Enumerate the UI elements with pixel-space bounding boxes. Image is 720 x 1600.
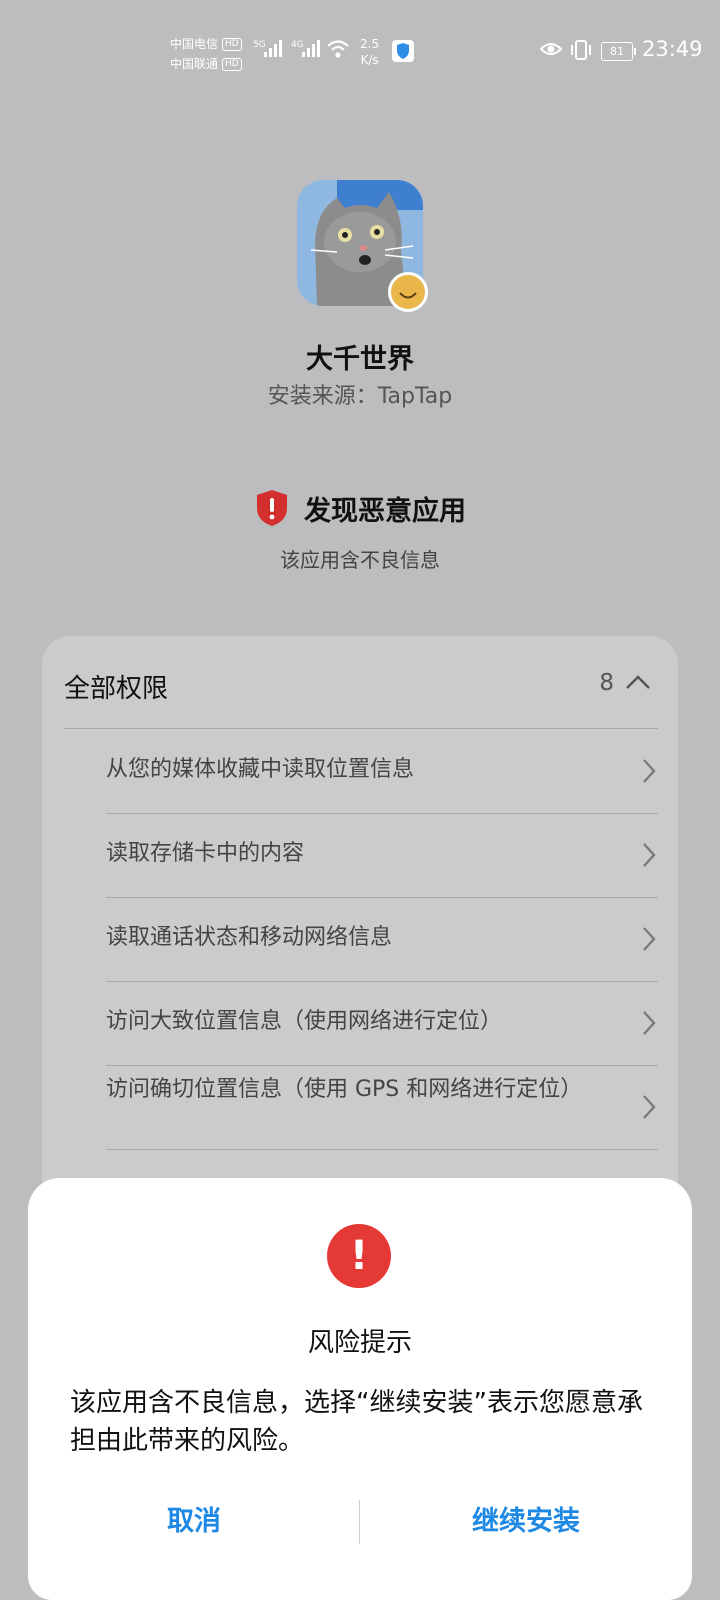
permission-item[interactable]: 访问大致位置信息（使用网络进行定位） (106, 982, 658, 1066)
chevron-right-icon (643, 843, 656, 867)
app-name: 大千世界 (306, 344, 414, 375)
chevron-right-icon (643, 927, 656, 951)
eye-icon (540, 43, 562, 55)
permission-item[interactable]: 访问确切位置信息（使用 GPS 和网络进行定位） (106, 1066, 658, 1150)
security-shield-icon (392, 40, 414, 62)
vibrate-icon (571, 40, 591, 60)
warning-title: 发现恶意应用 (304, 495, 466, 527)
permissions-title: 全部权限 (64, 674, 169, 704)
permissions-header[interactable]: 全部权限 8 (64, 668, 658, 720)
permission-label: 访问确切位置信息（使用 GPS 和网络进行定位） (106, 1077, 583, 1102)
signal-1-icon (264, 40, 282, 57)
permission-label: 读取通话状态和移动网络信息 (106, 925, 393, 950)
hd-badge: HD (222, 37, 242, 51)
permission-label: 从您的媒体收藏中读取位置信息 (106, 757, 415, 782)
clock: 23:49 (642, 37, 703, 61)
permissions-count: 8 (599, 670, 614, 696)
carrier-info: 中国电信 HD 中国联通 HD (170, 34, 242, 74)
danger-shield-icon (257, 490, 287, 526)
speed-unit: K/s (360, 53, 379, 67)
dialog-title: 风险提示 (307, 1328, 412, 1358)
warning-subtitle: 该应用含不良信息 (280, 548, 440, 572)
hd-badge: HD (222, 57, 242, 71)
malware-warning: 发现恶意应用 (0, 488, 720, 528)
network-speed: 2.5 K/s (360, 36, 379, 68)
continue-install-button[interactable]: 继续安装 (360, 1498, 692, 1546)
dialog-message: 该应用含不良信息，选择“继续安装”表示您愿意承担由此带来的风险。 (70, 1388, 643, 1456)
permission-item[interactable]: 读取存储卡中的内容 (106, 814, 658, 898)
chevron-up-icon (626, 675, 650, 689)
permission-label: 读取存储卡中的内容 (106, 841, 305, 866)
permission-label: 访问大致位置信息（使用网络进行定位） (106, 1009, 503, 1034)
cancel-button[interactable]: 取消 (28, 1498, 360, 1546)
carrier-2: 中国联通 (170, 57, 219, 71)
emoji-badge-icon (388, 272, 428, 312)
install-source: 安装来源：TapTap (267, 384, 453, 409)
permission-item[interactable]: 读取通话状态和移动网络信息 (106, 898, 658, 982)
divider (64, 728, 658, 729)
chevron-right-icon (643, 1011, 656, 1035)
permission-item[interactable]: 从您的媒体收藏中读取位置信息 (106, 730, 658, 814)
status-bar: 中国电信 HD 中国联通 HD 5G 4G 2.5 K/s 81 23:49 (0, 0, 720, 100)
chevron-right-icon (643, 1095, 656, 1119)
battery-indicator: 81 (601, 42, 636, 61)
chevron-right-icon (643, 759, 656, 783)
speed-value: 2.5 (360, 37, 380, 51)
carrier-1: 中国电信 (170, 37, 219, 51)
alert-icon: ! (327, 1224, 391, 1288)
risk-dialog: ! 风险提示 该应用含不良信息，选择“继续安装”表示您愿意承担由此带来的风险。 … (28, 1178, 692, 1600)
signal-2-icon (302, 40, 320, 57)
wifi-icon (327, 40, 349, 58)
